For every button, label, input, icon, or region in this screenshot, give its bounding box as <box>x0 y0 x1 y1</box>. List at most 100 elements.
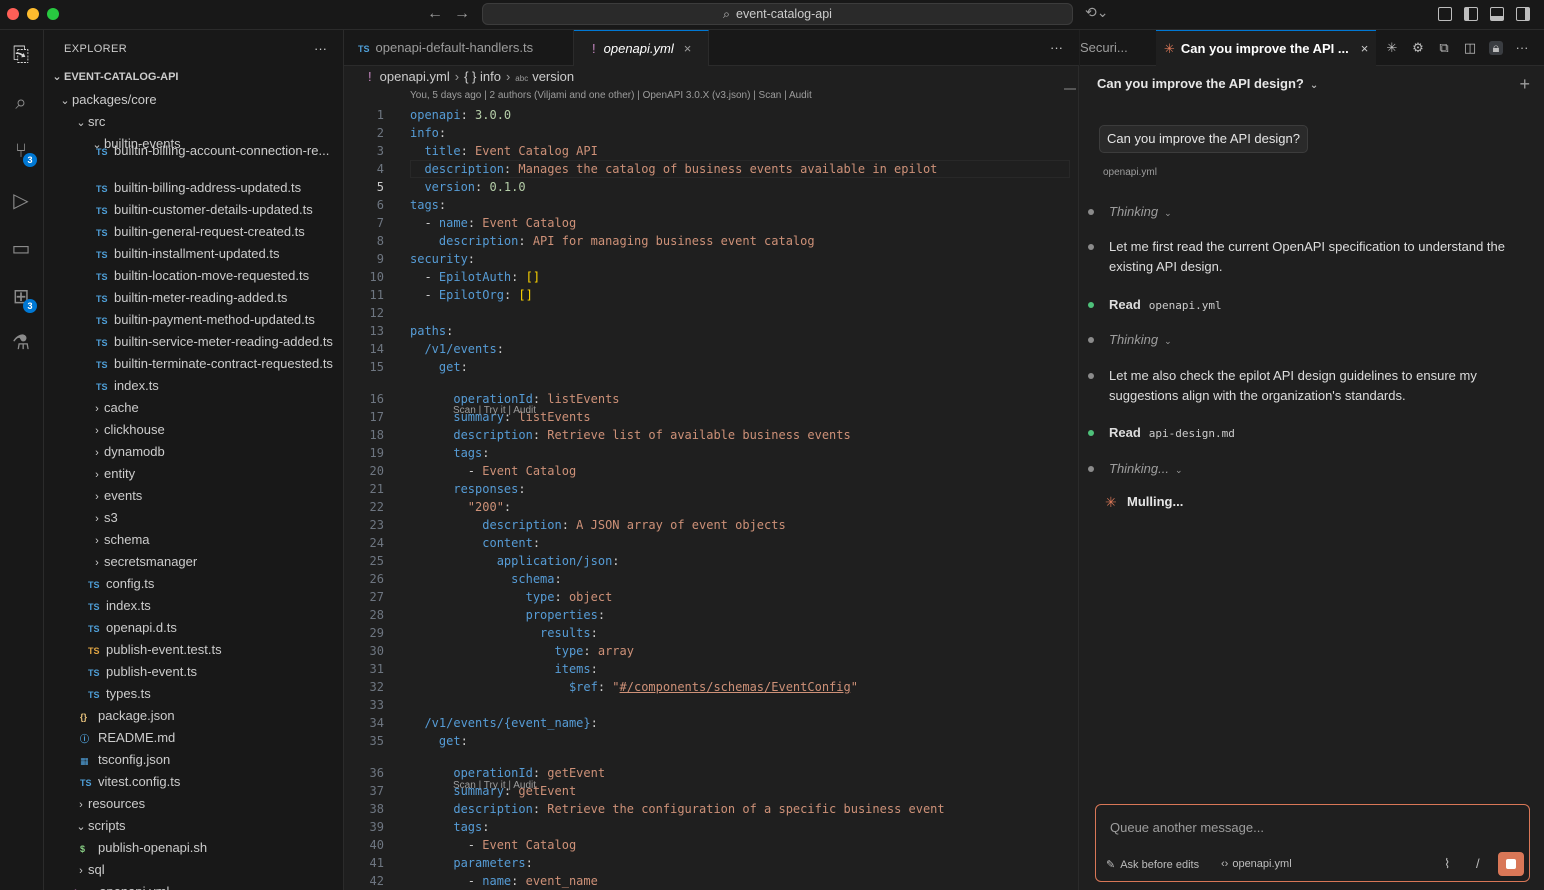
chat-more-actions-icon[interactable]: ··· <box>1515 41 1529 55</box>
tree-file[interactable]: $ publish-openapi.sh <box>44 837 343 859</box>
tab-chat-session[interactable]: ✳ Can you improve the API ... × <box>1156 30 1376 66</box>
command-center-search[interactable]: ⌕ event-catalog-api <box>482 3 1073 25</box>
attach-icon[interactable]: ⌇ <box>1444 856 1450 872</box>
close-tab-icon[interactable]: × <box>684 41 692 56</box>
tree-folder[interactable]: ⌄ src <box>44 111 343 133</box>
code-editor[interactable]: You, 5 days ago | 2 authors (Viljami and… <box>344 88 1070 890</box>
tree-folder[interactable]: › events <box>44 485 343 507</box>
tree-folder[interactable]: › secretsmanager <box>44 551 343 573</box>
tree-folder[interactable]: › clickhouse <box>44 419 343 441</box>
tree-file[interactable]: TS builtin-terminate-contract-requested.t… <box>44 353 343 375</box>
ts-file-icon: TS <box>96 147 108 157</box>
split-editor-icon[interactable]: ◫ <box>1463 41 1477 55</box>
breadcrumb-info[interactable]: { } info <box>464 69 501 84</box>
lock-icon[interactable]: 🔒︎ <box>1489 41 1503 55</box>
stop-button[interactable] <box>1498 852 1524 876</box>
tab-openapi-yml[interactable]: ! openapi.yml × <box>574 30 709 66</box>
tree-file[interactable]: TS builtin-installment-updated.ts <box>44 243 343 265</box>
back-arrow-icon[interactable]: ← <box>427 5 443 23</box>
forward-arrow-icon[interactable]: → <box>454 5 470 23</box>
copilot-icon[interactable]: ⟲⌄ <box>1085 4 1108 21</box>
source-control-icon[interactable]: ⑂ 3 <box>8 138 37 167</box>
chat-title[interactable]: Can you improve the API design? ⌄ <box>1097 76 1318 91</box>
thinking-step[interactable]: Thinking... ⌄ <box>1088 459 1519 480</box>
operation-codelens[interactable]: Scan | Try it | Audit <box>453 404 536 418</box>
editor-more-actions-icon[interactable]: ··· <box>1050 30 1063 66</box>
toggle-panel-icon[interactable] <box>1490 7 1504 21</box>
breadcrumb-file[interactable]: openapi.yml <box>380 69 450 84</box>
search-icon[interactable]: ⌕ <box>8 90 34 116</box>
tree-file[interactable]: TS openapi.d.ts <box>44 617 343 639</box>
zoom-window-button[interactable] <box>47 8 59 20</box>
close-window-button[interactable] <box>7 8 19 20</box>
line-number: 40 <box>369 838 384 852</box>
tree-item-label: dynamodb <box>104 444 165 459</box>
code-line: 31 items: <box>344 660 1064 678</box>
line-number: 9 <box>376 252 384 266</box>
tree-file[interactable]: TS builtin-payment-method-updated.ts <box>44 309 343 331</box>
tab-security[interactable]: Securi... <box>1080 30 1154 66</box>
slash-command-icon[interactable]: / <box>1476 856 1480 871</box>
blame-codelens[interactable]: You, 5 days ago | 2 authors (Viljami and… <box>410 89 812 103</box>
tree-file[interactable]: TS builtin-billing-address-updated.ts <box>44 177 343 199</box>
code-line: 30 type: array <box>344 642 1064 660</box>
read-step[interactable]: Read api-design.md <box>1088 423 1519 444</box>
tree-folder[interactable]: › cache <box>44 397 343 419</box>
tree-folder[interactable]: › resources <box>44 793 343 815</box>
tree-file[interactable]: ▦ tsconfig.json <box>44 749 343 771</box>
tree-folder[interactable]: › s3 <box>44 507 343 529</box>
tree-file[interactable]: TS publish-event.test.ts <box>44 639 343 661</box>
chat-input[interactable] <box>1110 817 1510 837</box>
tree-file[interactable]: TS builtin-billing-account-connection-re.… <box>44 145 343 159</box>
explorer-root[interactable]: ⌄ EVENT-CATALOG-API <box>44 66 343 88</box>
tree-folder[interactable]: ⌄ packages/core <box>44 89 343 111</box>
openai-icon[interactable]: ⚙ <box>1411 41 1425 55</box>
explorer-icon[interactable]: ⎘ <box>8 42 34 68</box>
more-actions-icon[interactable]: ··· <box>314 30 327 68</box>
tree-file[interactable]: TS builtin-customer-details-updated.ts <box>44 199 343 221</box>
thinking-step[interactable]: Thinking ⌄ <box>1088 202 1519 223</box>
toggle-secondary-sidebar-icon[interactable] <box>1516 7 1530 21</box>
new-chat-button[interactable]: + <box>1519 74 1530 95</box>
tree-folder[interactable]: › sql <box>44 859 343 881</box>
operation-codelens[interactable]: Scan | Try it | Audit <box>453 779 536 793</box>
tree-file[interactable]: TS builtin-service-meter-reading-added.ts <box>44 331 343 353</box>
ts-file-icon: TS <box>88 580 100 590</box>
read-step[interactable]: Read openapi.yml <box>1088 295 1519 316</box>
tab-openapi-default-handlers[interactable]: TS openapi-default-handlers.ts <box>344 30 574 66</box>
tree-file[interactable]: TS config.ts <box>44 573 343 595</box>
tree-folder[interactable]: ⌄ scripts <box>44 815 343 837</box>
thinking-step[interactable]: Thinking ⌄ <box>1088 330 1519 351</box>
tree-file[interactable]: !_openapi.yml <box>44 881 343 890</box>
extensions-icon[interactable]: ⊞ 3 <box>8 284 37 313</box>
run-debug-icon[interactable]: ▷ <box>8 188 34 214</box>
tree-file[interactable]: TS publish-event.ts <box>44 661 343 683</box>
customize-layout-icon[interactable] <box>1438 7 1452 21</box>
close-tab-icon[interactable]: × <box>1361 41 1369 56</box>
context-file-chip[interactable]: ‹› openapi.yml <box>1221 858 1292 870</box>
tree-file[interactable]: TS types.ts <box>44 683 343 705</box>
editor-scrollbar[interactable] <box>1064 88 1076 90</box>
tree-file[interactable]: TS builtin-meter-reading-added.ts <box>44 287 343 309</box>
tree-file[interactable]: TS builtin-general-request-created.ts <box>44 221 343 243</box>
claude-icon[interactable]: ✳ <box>1385 41 1399 55</box>
minimize-window-button[interactable] <box>27 8 39 20</box>
edit-mode-toggle[interactable]: ✎ Ask before edits <box>1106 858 1199 871</box>
testing-icon[interactable]: ⚗ <box>8 330 34 356</box>
code-text: $ref: "#/components/schemas/EventConfig" <box>410 680 858 694</box>
tree-folder[interactable]: › entity <box>44 463 343 485</box>
code-text: - name: event_name <box>410 874 598 888</box>
tree-file[interactable]: ⓘ README.md <box>44 727 343 749</box>
line-number: 21 <box>369 482 384 496</box>
toggle-primary-sidebar-icon[interactable] <box>1464 7 1478 21</box>
tree-file[interactable]: TS builtin-location-move-requested.ts <box>44 265 343 287</box>
tree-file[interactable]: TS vitest.config.ts <box>44 771 343 793</box>
open-editor-icon[interactable]: ⧉ <box>1437 41 1451 55</box>
tree-folder[interactable]: › schema <box>44 529 343 551</box>
remote-explorer-icon[interactable]: ▭ <box>8 236 34 262</box>
tree-folder[interactable]: › dynamodb <box>44 441 343 463</box>
breadcrumb-version[interactable]: version <box>532 69 574 84</box>
tree-file[interactable]: TS index.ts <box>44 375 343 397</box>
tree-file[interactable]: TS index.ts <box>44 595 343 617</box>
tree-file[interactable]: {} package.json <box>44 705 343 727</box>
